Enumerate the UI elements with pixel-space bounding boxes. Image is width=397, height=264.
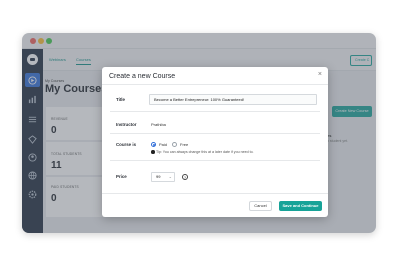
instructor-label: Instructor: [116, 122, 137, 127]
modal-title: Create a new Course: [109, 73, 176, 80]
course-is-label: Course is: [116, 142, 137, 147]
title-label: Title: [116, 97, 125, 102]
divider: [110, 133, 320, 134]
price-select[interactable]: 99 ⌄: [151, 172, 175, 182]
divider: [110, 111, 320, 112]
price-value: 99: [156, 174, 161, 179]
paid-radio[interactable]: [151, 142, 156, 147]
free-radio[interactable]: [172, 142, 177, 147]
divider: [102, 84, 328, 85]
free-radio-label[interactable]: Free: [180, 142, 188, 147]
create-course-modal: Create a new Course × Title Become a Bet…: [102, 67, 328, 217]
save-and-continue-button[interactable]: Save and Continue: [279, 201, 322, 211]
paid-radio-label[interactable]: Paid: [159, 142, 167, 147]
divider: [102, 193, 328, 194]
title-input[interactable]: Become a Better Entrepreneur: 100% Guara…: [149, 94, 317, 105]
tip-icon: [151, 150, 155, 154]
close-icon[interactable]: ×: [318, 71, 322, 78]
tip-text: Tip: You can always change this at a lat…: [156, 149, 254, 154]
cancel-button[interactable]: Cancel: [249, 201, 272, 211]
instructor-value: Prathiba: [151, 122, 166, 127]
divider: [110, 160, 320, 161]
help-icon[interactable]: ?: [182, 174, 188, 180]
price-label: Price: [116, 174, 127, 179]
chevron-down-icon: ⌄: [168, 174, 172, 179]
